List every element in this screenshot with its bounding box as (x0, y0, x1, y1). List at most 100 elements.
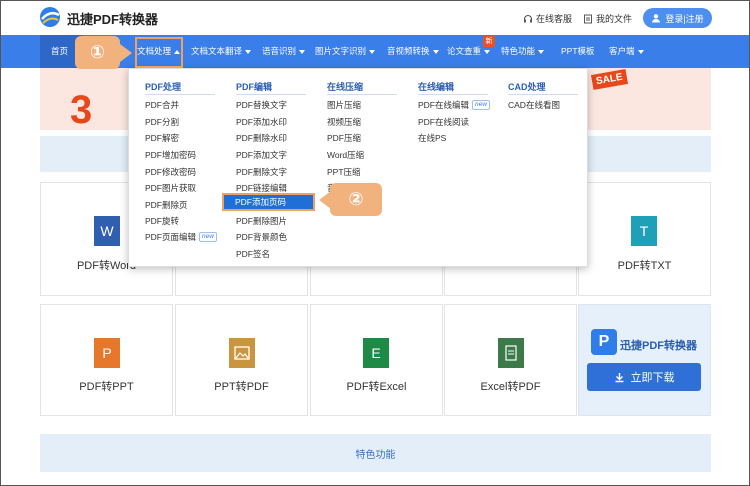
menu-item-pdf-extract-images[interactable]: PDF图片获取 (145, 182, 196, 194)
menu-item-image-compress[interactable]: 图片压缩 (327, 99, 361, 111)
menu-item-pdf-remove-watermark[interactable]: PDF删除水印 (236, 132, 287, 144)
pdf-file-icon (498, 338, 524, 368)
menu-item-pdf-rotate[interactable]: PDF旋转 (145, 215, 179, 227)
col-title-online-compress: 在线压缩 (327, 82, 364, 92)
nav-speech-recognition[interactable]: 语音识别 (262, 35, 306, 68)
promo-title: 迅捷PDF转换器 (620, 340, 697, 352)
menu-item-pdf-split[interactable]: PDF分割 (145, 116, 179, 128)
menu-item-pdf-compress[interactable]: PDF压缩 (327, 132, 361, 144)
menu-item-pdf-add-page-number[interactable]: PDF添加页码 (222, 193, 315, 211)
picture-icon (234, 346, 250, 360)
document-processing-dropdown: PDF处理 PDF合并 PDF分割 PDF解密 PDF增加密码 PDF修改密码 … (128, 68, 588, 267)
menu-item-word-compress[interactable]: Word压缩 (327, 149, 364, 161)
login-label: 登录|注册 (665, 13, 704, 24)
menu-item-pdf-delete-text[interactable]: PDF删除文字 (236, 166, 287, 178)
nav-label: 音视频转换 (387, 46, 430, 56)
chevron-down-icon (369, 49, 376, 54)
divider (508, 94, 578, 95)
download-icon (615, 372, 623, 382)
step1-arrow-icon (120, 44, 132, 62)
nav-label: 文档文本翻译 (191, 46, 243, 56)
step2-arrow-icon (319, 191, 331, 209)
tool-label: PDF转Excel (346, 381, 407, 393)
app-logo-icon[interactable] (38, 6, 62, 28)
menu-item-pdf-sign[interactable]: PDF签名 (236, 248, 270, 260)
nav-label: 图片文字识别 (315, 46, 367, 56)
login-button[interactable]: 登录|注册 (643, 8, 712, 28)
customer-service-link[interactable]: 在线客服 (523, 12, 572, 25)
step2-callout: ② (330, 183, 382, 216)
nav-image-ocr[interactable]: 图片文字识别 (315, 35, 376, 68)
tool-label: Excel转PDF (480, 381, 541, 393)
nav-label: 客户端 (609, 46, 635, 56)
menu-item-pdf-decrypt[interactable]: PDF解密 (145, 132, 179, 144)
col-title-pdf-processing: PDF处理 (145, 82, 182, 92)
new-tag: new (472, 100, 490, 110)
menu-item-pdf-merge[interactable]: PDF合并 (145, 99, 179, 111)
nav-ppt-templates[interactable]: PPT模板 (561, 35, 595, 68)
col-title-cad: CAD处理 (508, 82, 546, 92)
menu-item-label: PDF在线编辑 (418, 100, 470, 110)
chevron-down-icon (245, 49, 252, 54)
menu-item-online-ps[interactable]: 在线PS (418, 132, 446, 144)
menu-item-ppt-compress[interactable]: PPT压缩 (327, 166, 361, 178)
tool-card-excel-to-pdf[interactable]: Excel转PDF (444, 304, 577, 416)
nav-av-convert[interactable]: 音视频转换 (387, 35, 439, 68)
step1-highlight-box (135, 37, 183, 68)
brand-name[interactable]: 迅捷PDF转换器 (67, 9, 158, 28)
divider (236, 94, 306, 95)
tool-card-pdf-to-ppt[interactable]: P PDF转PPT (40, 304, 173, 416)
download-label: 立即下载 (630, 372, 675, 384)
nav-label: PPT模板 (561, 46, 595, 56)
new-tag: new (199, 232, 217, 242)
menu-item-pdf-online-read[interactable]: PDF在线阅读 (418, 116, 469, 128)
nav-special-features[interactable]: 特色功能 (501, 35, 545, 68)
nav-label: 特色功能 (501, 46, 536, 56)
divider (145, 94, 215, 95)
banner-number: 3 (70, 88, 93, 132)
menu-item-pdf-online-edit[interactable]: PDF在线编辑 new (418, 99, 490, 111)
menu-item-video-compress[interactable]: 视频压缩 (327, 116, 361, 128)
chevron-down-icon (484, 49, 491, 54)
tool-label: PDF转PPT (79, 381, 134, 393)
menu-item-pdf-background-color[interactable]: PDF背景颜色 (236, 231, 287, 243)
feature-bar[interactable]: 特色功能 (40, 434, 711, 472)
col-title-pdf-edit: PDF编辑 (236, 82, 273, 92)
my-files-link[interactable]: 我的文件 (583, 12, 632, 25)
divider (327, 94, 397, 95)
menu-item-cad-viewer[interactable]: CAD在线看图 (508, 99, 560, 111)
menu-item-pdf-page-edit[interactable]: PDF页面编辑 new (145, 231, 217, 243)
pdf-converter-logo-icon: P (591, 329, 617, 355)
nav-client[interactable]: 客户端 (609, 35, 644, 68)
tool-card-ppt-to-pdf[interactable]: PPT转PDF (175, 304, 308, 416)
word-file-icon: W (94, 216, 120, 246)
menu-item-pdf-add-text[interactable]: PDF添加文字 (236, 149, 287, 161)
document-icon (505, 345, 517, 361)
nav-label: 语音识别 (262, 46, 297, 56)
menu-item-pdf-delete-image[interactable]: PDF删除图片 (236, 215, 287, 227)
tool-label: PDF转TXT (617, 260, 672, 272)
step1-callout: ① (75, 36, 120, 69)
chevron-down-icon (299, 49, 306, 54)
download-button[interactable]: 立即下载 (587, 363, 701, 391)
top-bar: 迅捷PDF转换器 在线客服 我的文件 登录|注册 (0, 0, 750, 35)
menu-item-pdf-replace-text[interactable]: PDF替换文字 (236, 99, 287, 111)
download-promo (578, 304, 711, 416)
nav-doc-translate[interactable]: 文档文本翻译 (191, 35, 252, 68)
menu-item-label: PDF页面编辑 (145, 232, 197, 242)
file-icon (584, 14, 592, 23)
chevron-down-icon (637, 49, 644, 54)
tool-card-pdf-to-txt[interactable]: T PDF转TXT (578, 182, 711, 296)
tool-card-pdf-to-excel[interactable]: E PDF转Excel (310, 304, 443, 416)
user-icon (652, 14, 661, 23)
menu-item-pdf-change-password[interactable]: PDF修改密码 (145, 166, 196, 178)
chevron-down-icon (538, 49, 545, 54)
image-file-icon (229, 338, 255, 368)
customer-service-label: 在线客服 (536, 14, 573, 24)
chevron-down-icon (432, 49, 439, 54)
col-title-online-edit: 在线编辑 (418, 82, 455, 92)
headset-icon (523, 14, 533, 22)
menu-item-pdf-delete-page[interactable]: PDF删除页 (145, 199, 188, 211)
menu-item-pdf-add-watermark[interactable]: PDF添加水印 (236, 116, 287, 128)
menu-item-pdf-add-password[interactable]: PDF增加密码 (145, 149, 196, 161)
